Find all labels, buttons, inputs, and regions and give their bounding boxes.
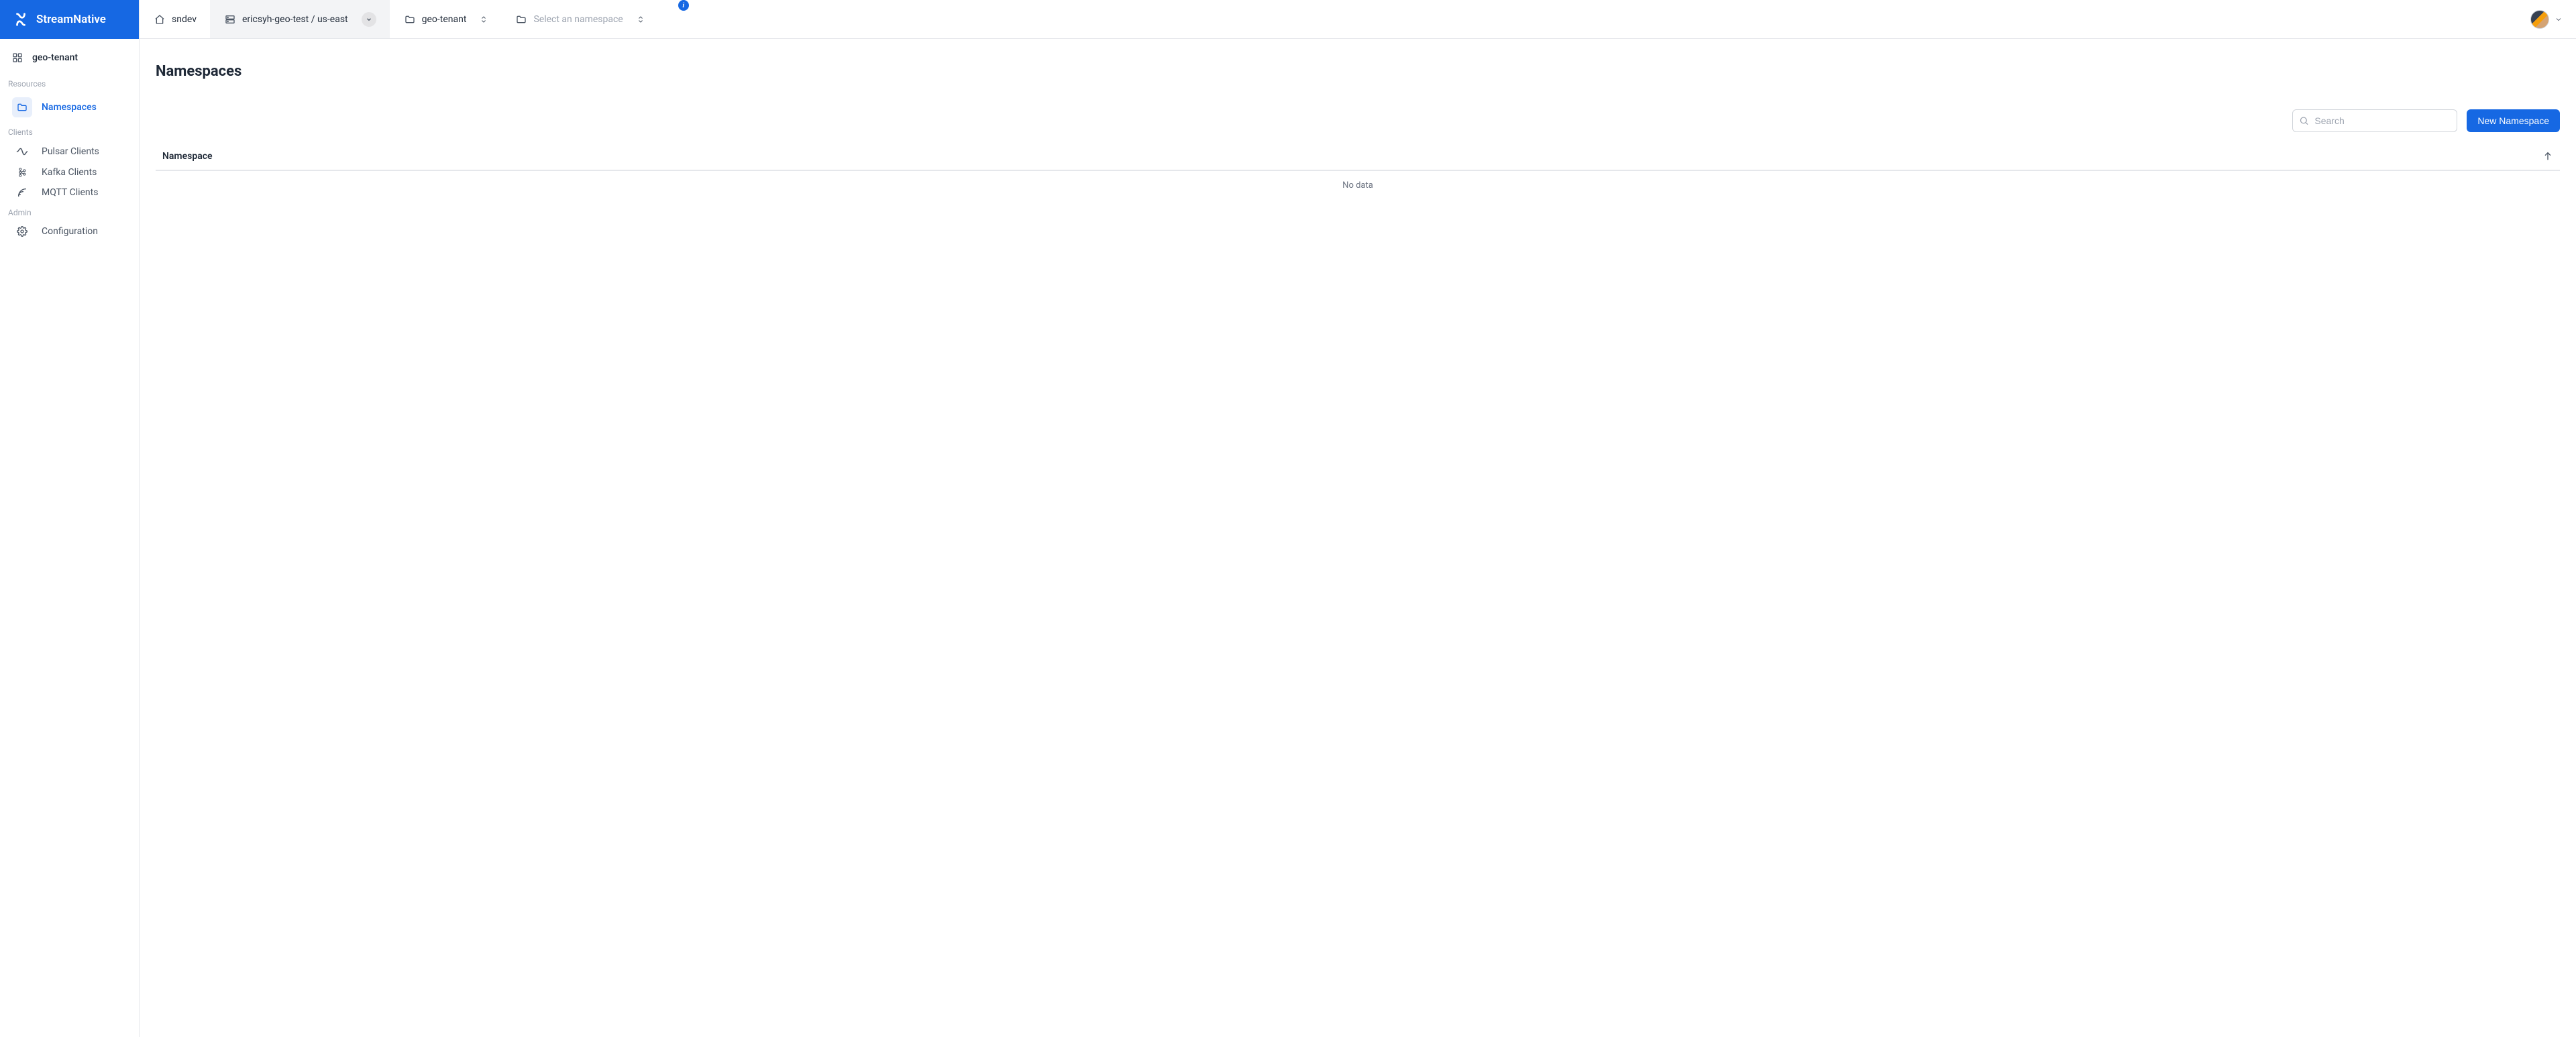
breadcrumb-instance-label: ericsyh-geo-test / us-east [242,14,348,25]
search-field [2292,109,2457,132]
mqtt-icon [12,187,32,198]
sidebar: StreamNative geo-tenant Resources [0,0,140,1037]
tenant-grid-icon [12,52,23,63]
sidebar-item-label: Namespaces [42,102,97,113]
page-title: Namespaces [156,63,2560,80]
kafka-icon [12,167,32,178]
sidebar-section-clients: Clients [7,122,132,141]
pulsar-icon [12,146,32,158]
sidebar-item-label: Kafka Clients [42,167,97,178]
sidebar-item-namespaces[interactable]: Namespaces [7,93,132,122]
home-icon [154,14,165,25]
folder-icon [516,14,527,25]
sidebar-tenant-header[interactable]: geo-tenant [7,48,132,74]
search-icon [2299,116,2309,126]
breadcrumb: sndev ericsyh-geo-test / us-east [140,0,689,38]
sidebar-item-label: Pulsar Clients [42,146,99,157]
sidebar-item-label: Configuration [42,226,98,237]
breadcrumb-org[interactable]: sndev [140,0,210,38]
sidebar-section-admin: Admin [7,203,132,221]
chevron-down-icon [362,12,376,27]
sort-arrow-icon[interactable] [2542,151,2553,162]
user-avatar[interactable] [2530,10,2549,29]
info-icon[interactable]: i [678,0,689,11]
breadcrumb-tenant-label: geo-tenant [422,14,467,25]
brand-logo-icon [12,11,30,28]
sidebar-item-kafka-clients[interactable]: Kafka Clients [7,162,132,182]
breadcrumb-org-label: sndev [172,14,197,25]
brand-logo[interactable]: StreamNative [0,0,139,39]
breadcrumb-instance[interactable]: ericsyh-geo-test / us-east [210,0,390,38]
sidebar-tenant-label: geo-tenant [32,52,78,63]
sidebar-section-resources: Resources [7,74,132,93]
table-empty-state: No data [156,171,2560,200]
sidebar-item-pulsar-clients[interactable]: Pulsar Clients [7,141,132,162]
gear-icon [12,226,32,237]
table-column-namespace[interactable]: Namespace [162,151,213,162]
updown-icon [480,15,488,23]
updown-icon [637,15,645,23]
new-namespace-button[interactable]: New Namespace [2467,109,2560,132]
search-input[interactable] [2292,109,2457,132]
folder-icon [12,97,32,117]
breadcrumb-namespace[interactable]: Select an namespace [501,0,657,38]
folder-icon [405,14,415,25]
breadcrumb-namespace-placeholder: Select an namespace [533,14,623,25]
sidebar-item-mqtt-clients[interactable]: MQTT Clients [7,182,132,203]
server-icon [225,14,235,25]
sidebar-item-label: MQTT Clients [42,187,98,198]
topbar: sndev ericsyh-geo-test / us-east [140,0,2576,39]
brand-name: StreamNative [36,13,106,26]
breadcrumb-tenant[interactable]: geo-tenant [390,0,502,38]
table-header: Namespace [156,151,2560,171]
sidebar-item-configuration[interactable]: Configuration [7,221,132,241]
chevron-down-icon[interactable] [2555,15,2563,23]
